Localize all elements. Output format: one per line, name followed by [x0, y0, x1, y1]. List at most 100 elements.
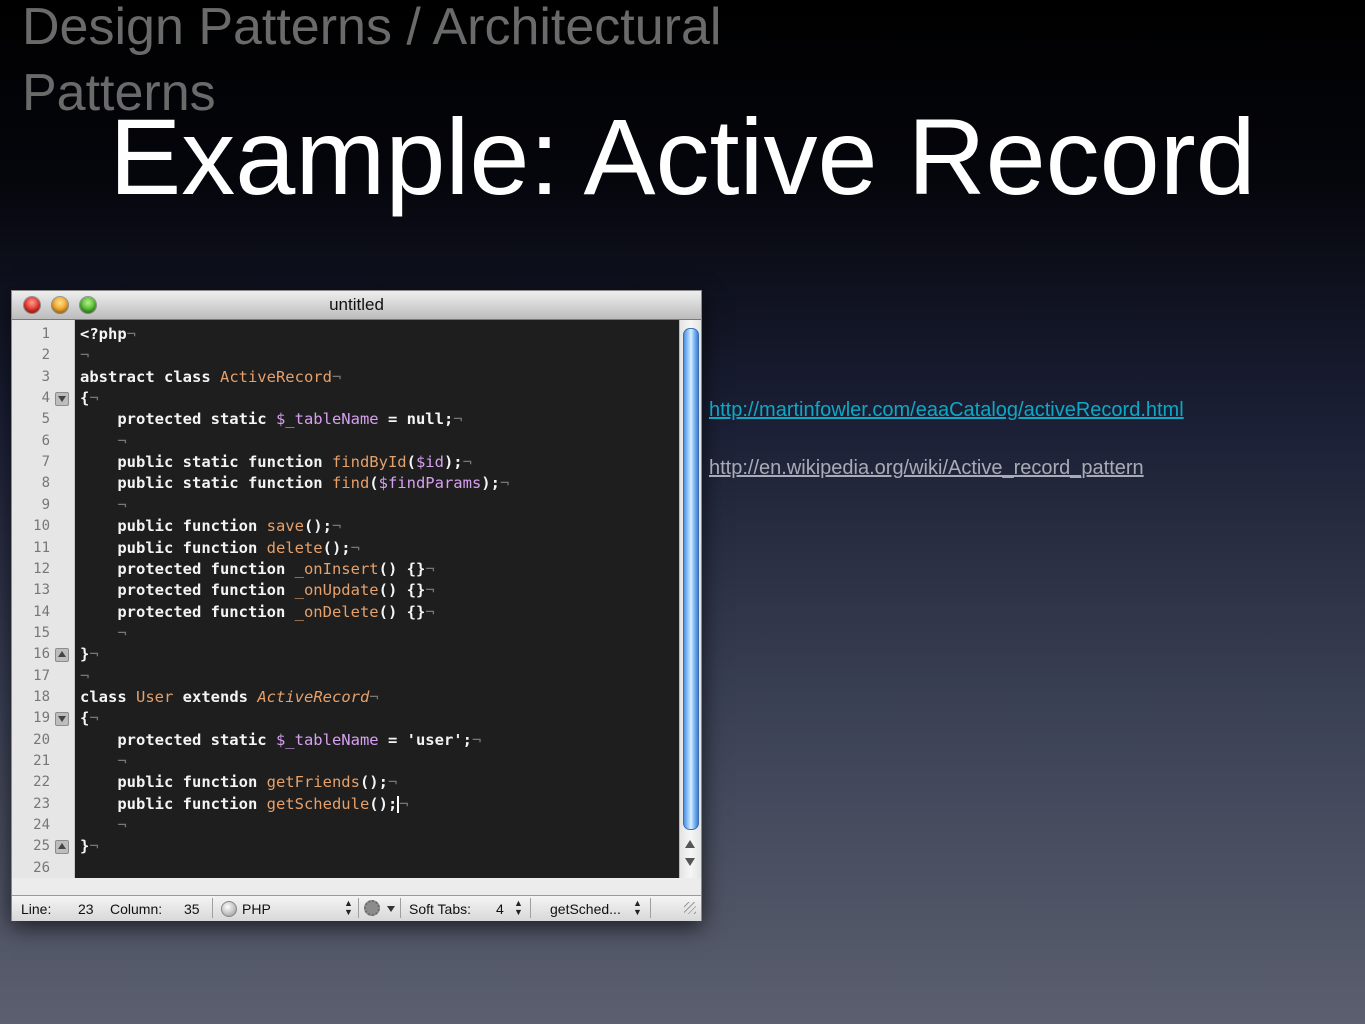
- code-line[interactable]: protected function _onInsert() {}¬: [80, 559, 434, 580]
- newline-marker: ¬: [499, 474, 510, 493]
- code-line[interactable]: }¬: [80, 644, 99, 665]
- newline-marker: ¬: [462, 453, 472, 472]
- window-title: untitled: [329, 295, 384, 314]
- code-line[interactable]: abstract class ActiveRecord¬: [80, 367, 341, 388]
- line-number: 24: [33, 817, 50, 834]
- code-line[interactable]: public function save();¬: [80, 516, 341, 537]
- code-token: $_tableName: [275, 730, 379, 749]
- code-editor-area[interactable]: <?php¬ ¬ abstract class ActiveRecord¬ {¬ pr…: [75, 320, 679, 878]
- newline-marker: ¬: [425, 602, 435, 621]
- tabs-updown-icon[interactable]: ▲ ▼: [514, 899, 523, 917]
- status-divider: [530, 898, 531, 918]
- line-value: 23: [78, 901, 94, 917]
- symbol-updown-icon[interactable]: ▲ ▼: [633, 899, 642, 917]
- soft-tabs-label[interactable]: Soft Tabs:: [409, 901, 471, 917]
- fold-collapse-icon[interactable]: [55, 392, 69, 407]
- wikipedia-link[interactable]: http://en.wikipedia.org/wiki/Active_reco…: [709, 456, 1184, 480]
- code-line[interactable]: ¬: [80, 666, 89, 687]
- resize-grip-icon[interactable]: [684, 902, 696, 914]
- code-token: ();: [322, 538, 351, 557]
- newline-marker: ¬: [453, 410, 463, 429]
- fold-end-icon[interactable]: [55, 648, 69, 663]
- code-token: ();: [303, 517, 332, 536]
- code-line[interactable]: ¬: [80, 815, 126, 836]
- code-line[interactable]: protected static $_tableName = 'user';¬: [80, 730, 481, 751]
- code-token: abstract class: [80, 367, 220, 386]
- line-number: 5: [41, 411, 50, 428]
- symbol-selector[interactable]: getSched...: [550, 901, 621, 917]
- line-number: 26: [33, 859, 50, 876]
- code-line[interactable]: <?php¬: [80, 324, 136, 345]
- line-number: 1: [41, 326, 50, 342]
- code-token: (: [406, 453, 416, 472]
- line-number: 4: [41, 390, 50, 407]
- code-line[interactable]: ¬: [80, 431, 126, 452]
- code-line[interactable]: protected static $_tableName = null;¬: [80, 409, 463, 430]
- code-line[interactable]: ¬: [80, 495, 126, 516]
- code-token: {: [80, 389, 90, 408]
- code-line[interactable]: public static function find($findParams)…: [80, 473, 509, 494]
- soft-tabs-value[interactable]: 4: [496, 901, 504, 917]
- code-line[interactable]: ¬: [80, 751, 126, 772]
- column-value: 35: [184, 901, 200, 917]
- code-token: ;: [462, 730, 472, 749]
- newline-marker: ¬: [89, 389, 99, 408]
- code-token: protected function: [80, 581, 295, 600]
- code-line[interactable]: class User extends ActiveRecord¬: [80, 687, 379, 708]
- language-selector[interactable]: PHP: [242, 901, 271, 917]
- code-token: () {}: [378, 581, 426, 600]
- code-line[interactable]: {¬: [80, 388, 99, 409]
- code-token: delete: [266, 538, 323, 557]
- code-line[interactable]: public function delete();¬: [80, 538, 360, 559]
- status-divider: [400, 898, 401, 918]
- scrollbar-thumb[interactable]: [683, 328, 699, 830]
- code-token: $findParams: [378, 474, 482, 493]
- code-token: public function: [80, 538, 267, 557]
- newline-marker: ¬: [80, 623, 127, 642]
- line-number: 21: [33, 753, 50, 769]
- code-token: 'user': [406, 730, 463, 749]
- code-line[interactable]: protected function _onUpdate() {}¬: [80, 580, 434, 601]
- line-number: 13: [33, 582, 50, 599]
- fold-end-icon[interactable]: [55, 840, 69, 855]
- code-token: class: [80, 687, 136, 706]
- code-line[interactable]: public function getSchedule(); ¬: [80, 794, 409, 815]
- code-line[interactable]: {¬: [80, 708, 99, 729]
- code-token: = null;: [378, 410, 454, 429]
- line-number: 12: [33, 560, 50, 577]
- scroll-down-arrow-icon[interactable]: [685, 858, 695, 866]
- code-line[interactable]: public function getFriends();¬: [80, 772, 397, 793]
- code-line[interactable]: }¬: [80, 836, 99, 857]
- code-token: () {}: [378, 559, 426, 578]
- line-number: 25: [33, 838, 50, 855]
- newline-marker: ¬: [331, 367, 342, 386]
- scroll-up-arrow-icon[interactable]: [685, 840, 695, 848]
- code-token: );: [443, 453, 463, 472]
- newline-marker: ¬: [369, 687, 379, 706]
- line-number: 14: [33, 603, 50, 620]
- editor-window: untitled 1 2 3 4 5 6 7 8 9 10 11 12 13 14 15 16 17 18 19 20…: [11, 290, 702, 921]
- vertical-scrollbar[interactable]: [679, 320, 701, 878]
- code-line[interactable]: public static function findById($id);¬: [80, 452, 472, 473]
- code-token: User: [136, 687, 174, 706]
- line-number: 7: [41, 454, 50, 471]
- code-token: _onUpdate: [294, 581, 379, 600]
- martinfowler-link[interactable]: http://martinfowler.com/eaaCatalog/activ…: [709, 398, 1184, 422]
- code-token: public function: [80, 794, 267, 813]
- status-divider: [212, 898, 213, 918]
- code-token: protected function: [80, 602, 295, 621]
- fold-collapse-icon[interactable]: [55, 712, 69, 727]
- language-updown-icon[interactable]: ▲ ▼: [344, 899, 353, 917]
- gear-dropdown-icon[interactable]: [387, 906, 395, 912]
- code-line[interactable]: protected function _onDelete() {}¬: [80, 602, 435, 623]
- line-number: 20: [33, 731, 50, 748]
- code-token: public static function: [80, 474, 332, 493]
- code-token: =: [378, 730, 407, 749]
- code-line[interactable]: ¬: [80, 623, 127, 644]
- column-label: Column:: [110, 901, 163, 917]
- newline-marker: ¬: [89, 709, 99, 728]
- code-token: }: [80, 837, 90, 856]
- code-line[interactable]: ¬: [80, 345, 89, 366]
- gear-icon[interactable]: [364, 900, 380, 916]
- status-divider: [650, 898, 651, 918]
